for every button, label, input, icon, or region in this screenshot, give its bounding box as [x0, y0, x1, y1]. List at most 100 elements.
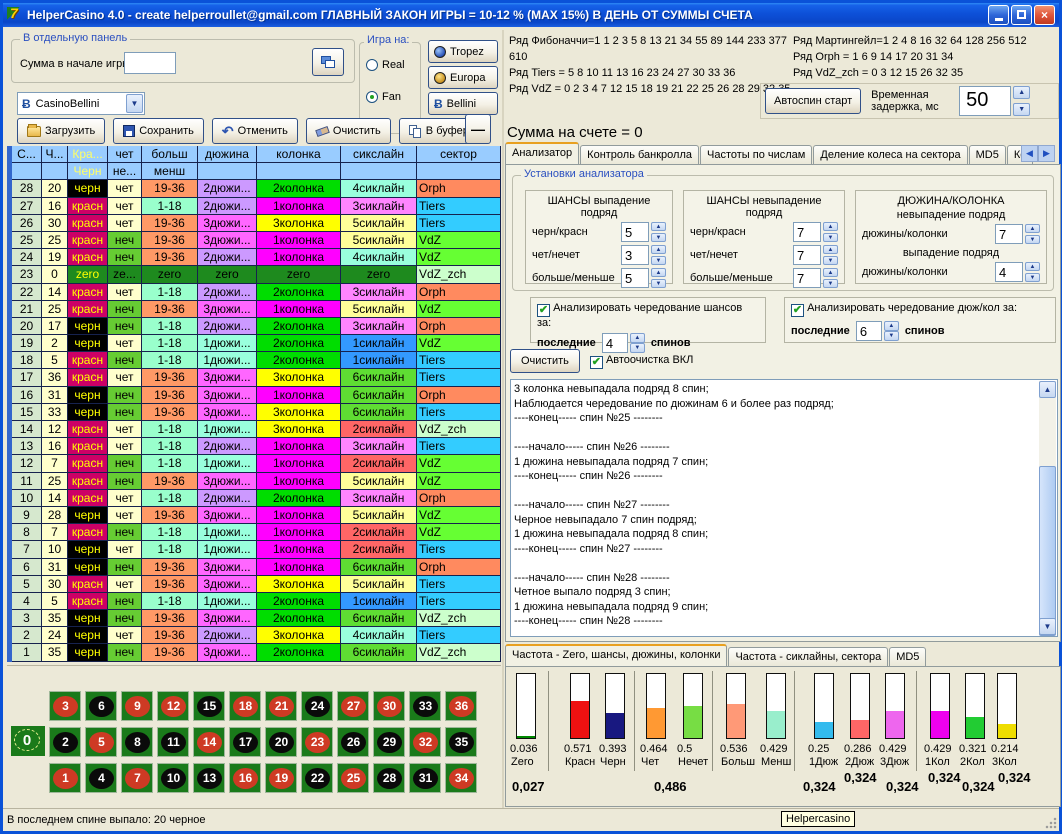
roulette-cell-20[interactable]: 20	[265, 727, 297, 757]
bottom-tab-0[interactable]: Частота - Zero, шансы, дюжины, колонки	[505, 644, 727, 667]
spin-down-icon[interactable]: ▼	[1025, 235, 1040, 244]
resize-grip[interactable]	[1045, 817, 1057, 829]
spinner-even-odd-hit[interactable]: 3▲▼	[621, 245, 666, 265]
spinner-black-red-miss[interactable]: 7▲ ▼	[793, 222, 838, 242]
spin-down-icon[interactable]: ▼	[651, 233, 666, 242]
roulette-cell-1[interactable]: 1	[49, 763, 81, 793]
roulette-cell-23[interactable]: 23	[301, 727, 333, 757]
roulette-cell-35[interactable]: 35	[445, 727, 477, 757]
tab-3[interactable]: Деление колеса на сектора	[813, 145, 967, 165]
roulette-cell-32[interactable]: 32	[409, 727, 441, 757]
roulette-cell-33[interactable]: 33	[409, 691, 441, 721]
spin-up-icon[interactable]: ▲	[884, 321, 899, 331]
clear-button[interactable]: Очистить	[306, 118, 391, 144]
radio-real[interactable]: Real	[366, 59, 405, 71]
roulette-cell-11[interactable]: 11	[157, 727, 189, 757]
collapse-button[interactable]: —	[465, 114, 491, 144]
roulette-cell-36[interactable]: 36	[445, 691, 477, 721]
spinner-high-low-miss[interactable]: 7▲▼	[793, 268, 838, 288]
value[interactable]: 7	[793, 268, 821, 288]
tropez-button[interactable]: Tropez	[428, 40, 498, 63]
history-table[interactable]: С...Ч...Кра...четбольшдюжинаколонкасиксл…	[7, 146, 501, 662]
roulette-cell-27[interactable]: 27	[337, 691, 369, 721]
tab-0[interactable]: Анализатор	[505, 142, 579, 165]
roulette-cell-4[interactable]: 4	[85, 763, 117, 793]
roulette-cell-6[interactable]: 6	[85, 691, 117, 721]
scrollbar-thumb[interactable]	[1039, 466, 1056, 636]
spin-down-icon[interactable]: ▼	[884, 331, 899, 341]
spin-up-icon[interactable]: ▲	[630, 333, 645, 343]
roulette-cell-18[interactable]: 18	[229, 691, 261, 721]
spin-down-icon[interactable]: ▼	[1025, 273, 1040, 282]
load-button[interactable]: Загрузить	[17, 118, 105, 144]
roulette-cell-14[interactable]: 14	[193, 727, 225, 757]
spinner-even-odd-miss[interactable]: 7▲▼	[793, 245, 838, 265]
bottom-tab-2[interactable]: MD5	[889, 647, 926, 667]
analyze-dozen-checkbox[interactable]: ✔	[791, 304, 804, 317]
roulette-zero-cell[interactable]: 0	[11, 726, 45, 756]
log-scrollbar[interactable]: ▲ ▼	[1039, 381, 1056, 635]
spin-up-icon[interactable]: ▲	[1025, 262, 1040, 271]
start-sum-input[interactable]	[124, 52, 176, 74]
roulette-cell-25[interactable]: 25	[337, 763, 369, 793]
delay-value[interactable]: 50	[959, 86, 1011, 116]
roulette-cell-12[interactable]: 12	[157, 691, 189, 721]
spin-down-icon[interactable]: ▼	[1013, 103, 1030, 116]
spin-down-icon[interactable]: ▼	[823, 279, 838, 288]
bottom-tab-1[interactable]: Частота - сиклайны, сектора	[728, 647, 888, 667]
casino-select[interactable]: Ƀ CasinoBellini ▼	[17, 92, 145, 115]
roulette-cell-24[interactable]: 24	[301, 691, 333, 721]
value[interactable]: 7	[793, 245, 821, 265]
roulette-cell-34[interactable]: 34	[445, 763, 477, 793]
scroll-up-icon[interactable]: ▲	[1039, 381, 1056, 398]
undo-button[interactable]: ↶Отменить	[212, 118, 298, 144]
spin-down-icon[interactable]: ▼	[651, 279, 666, 288]
roulette-cell-28[interactable]: 28	[373, 763, 405, 793]
spin-down-icon[interactable]: ▼	[823, 233, 838, 242]
spinner-high-low-hit[interactable]: 5▲ ▼	[621, 268, 666, 288]
bellini-button[interactable]: Ƀ Bellini	[428, 92, 498, 115]
roulette-cell-10[interactable]: 10	[157, 763, 189, 793]
roulette-cell-17[interactable]: 17	[229, 727, 261, 757]
delay-spinner[interactable]: 50 ▲ ▼	[959, 86, 1030, 116]
europa-button[interactable]: Europa	[428, 66, 498, 89]
roulette-cell-5[interactable]: 5	[85, 727, 117, 757]
value[interactable]: 4	[995, 262, 1023, 282]
value[interactable]: 6	[856, 321, 882, 341]
spinner-dozen-miss[interactable]: 7▲ ▼	[995, 224, 1040, 244]
roulette-cell-31[interactable]: 31	[409, 763, 441, 793]
roulette-cell-21[interactable]: 21	[265, 691, 297, 721]
to-panel-button[interactable]	[312, 48, 344, 76]
roulette-cell-8[interactable]: 8	[121, 727, 153, 757]
roulette-cell-30[interactable]: 30	[373, 691, 405, 721]
spin-up-icon[interactable]: ▲	[1013, 86, 1030, 99]
spinner-black-red-hit[interactable]: 5▲▼	[621, 222, 666, 242]
analyzer-log[interactable]: 3 колонка невыпадала подряд 8 спин; Набл…	[510, 379, 1058, 637]
roulette-cell-19[interactable]: 19	[265, 763, 297, 793]
roulette-cell-16[interactable]: 16	[229, 763, 261, 793]
roulette-cell-9[interactable]: 9	[121, 691, 153, 721]
scroll-down-icon[interactable]: ▼	[1039, 618, 1056, 635]
roulette-cell-2[interactable]: 2	[49, 727, 81, 757]
spin-up-icon[interactable]: ▲	[823, 245, 838, 254]
value[interactable]: 7	[995, 224, 1023, 244]
spin-up-icon[interactable]: ▲	[1025, 224, 1040, 233]
value[interactable]: 7	[793, 222, 821, 242]
value[interactable]: 5	[621, 222, 649, 242]
roulette-cell-15[interactable]: 15	[193, 691, 225, 721]
spin-up-icon[interactable]: ▲	[823, 222, 838, 231]
value[interactable]: 3	[621, 245, 649, 265]
minimize-button[interactable]	[988, 5, 1009, 25]
roulette-cell-7[interactable]: 7	[121, 763, 153, 793]
save-button[interactable]: Сохранить	[113, 118, 204, 144]
tab-scroll-right-icon[interactable]: ▶	[1038, 145, 1055, 162]
roulette-cell-13[interactable]: 13	[193, 763, 225, 793]
spinner-dozen-hit[interactable]: 4▲ ▼	[995, 262, 1040, 282]
value[interactable]: 5	[621, 268, 649, 288]
chevron-down-icon[interactable]: ▼	[126, 94, 143, 113]
tab-scroll-left-icon[interactable]: ◀	[1021, 145, 1038, 162]
log-clear-button[interactable]: Очистить	[510, 349, 580, 373]
radio-fan[interactable]: Fan	[366, 91, 401, 103]
spin-up-icon[interactable]: ▲	[651, 268, 666, 277]
roulette-cell-3[interactable]: 3	[49, 691, 81, 721]
